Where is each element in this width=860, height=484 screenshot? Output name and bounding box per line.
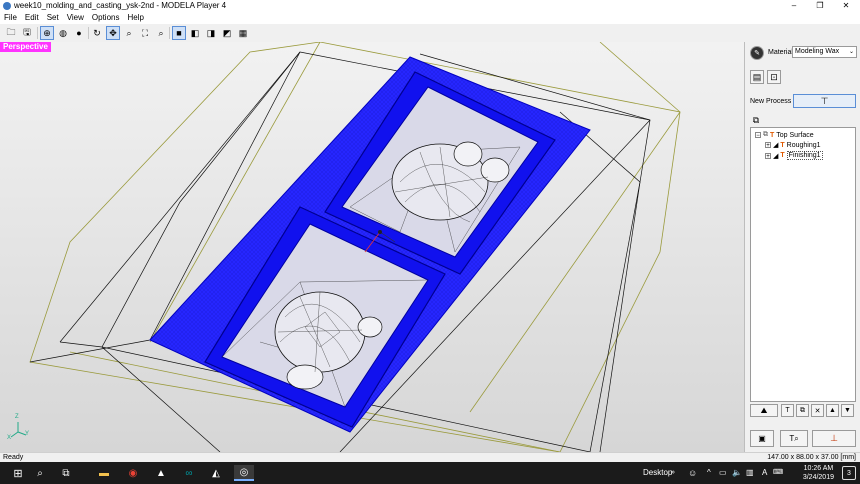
tree-item-roughing1[interactable]: + ◢ T Roughing1 — [765, 141, 821, 149]
chevron-down-icon: ⌄ — [848, 49, 854, 55]
tool-icon: T — [770, 131, 775, 139]
menu-file[interactable]: File — [0, 12, 21, 24]
triangle-icon: ◢ — [773, 142, 779, 149]
taskbar: ⊞ ⌕ ⧉ ▬ ◉ ▲ ∞ ◭ ◎ Desktop » ☺ ^ ▭ 🔈 ▥ A … — [0, 462, 860, 484]
file-explorer-icon[interactable]: ▬ — [96, 465, 112, 481]
process-list-icon[interactable]: ⧉ — [750, 115, 762, 125]
expand-icon[interactable]: + — [765, 152, 771, 160]
move-down-icon[interactable]: ▼ — [841, 404, 854, 417]
arduino-icon[interactable]: ∞ — [181, 465, 197, 481]
pan-icon[interactable]: ✥ — [106, 26, 120, 40]
menu-edit[interactable]: Edit — [21, 12, 43, 24]
menu-set[interactable]: Set — [43, 12, 63, 24]
maximize-button[interactable]: ❐ — [807, 0, 833, 12]
time: 10:26 AM — [803, 465, 834, 472]
zoom-in-icon[interactable]: ⌕ — [122, 26, 136, 40]
preview-tool-icon[interactable]: T⌕ — [780, 430, 808, 447]
tree-item-top-surface[interactable]: − ⧉ T Top Surface — [755, 131, 814, 139]
view-front-box-icon[interactable]: ■ — [172, 26, 186, 40]
close-button[interactable]: ✕ — [833, 0, 859, 12]
tree-item-finishing1[interactable]: + ◢ T Finishing1 — [765, 151, 823, 160]
tray-arrow-icon[interactable]: ^ — [707, 462, 711, 484]
task-view-icon[interactable]: ⧉ — [58, 465, 74, 481]
output-toolbar: ▣ T⌕ ⊥ — [750, 430, 858, 448]
title-bar: week10_molding_and_casting_ysk-2nd - MOD… — [0, 0, 860, 12]
tool-icon: T — [780, 141, 785, 149]
people-icon[interactable]: ☺ — [688, 462, 697, 484]
desktop-toolbar[interactable]: Desktop — [643, 462, 672, 484]
app-icon — [3, 2, 11, 10]
tool-icon: T — [780, 152, 785, 159]
axis-z-label: Z — [15, 414, 19, 420]
3d-viewport[interactable]: Perspective Z X Y — [0, 42, 745, 452]
zoom-fit-icon[interactable]: ⛶ — [138, 26, 152, 40]
new-process-label: New Process — [750, 98, 792, 105]
modela-player-icon[interactable]: ◎ — [234, 465, 254, 481]
menu-bar: File Edit Set View Options Help — [0, 12, 860, 24]
view-rotate-icon[interactable]: ⊕ — [40, 26, 54, 40]
minimize-button[interactable]: – — [781, 0, 807, 12]
preview-icon[interactable]: ⛰ — [750, 404, 778, 417]
menu-help[interactable]: Help — [123, 12, 147, 24]
windows-start-icon[interactable]: ⊞ — [10, 465, 26, 481]
view-sphere-icon[interactable]: ● — [72, 26, 86, 40]
clock[interactable]: 10:26 AM 3/24/2019 — [803, 464, 834, 482]
new-process-button[interactable]: ⊤ — [793, 94, 856, 108]
save-icon[interactable]: 🖫 — [20, 26, 34, 40]
view-globe-icon[interactable]: ◍ — [56, 26, 70, 40]
process-toolbar: ⛰ T ⧉ ✕ ▲ ▼ — [750, 404, 858, 418]
process-tree[interactable]: − ⧉ T Top Surface + ◢ T Roughing1 + ◢ T … — [750, 127, 856, 402]
move-up-icon[interactable]: ▲ — [826, 404, 839, 417]
inkscape-icon[interactable]: ▲ — [153, 465, 169, 481]
axis-indicator — [10, 422, 27, 438]
menu-view[interactable]: View — [63, 12, 88, 24]
battery-icon[interactable]: ▥ — [746, 462, 754, 484]
delete-icon[interactable]: ✕ — [811, 404, 824, 417]
open-icon[interactable]: 🗀 — [4, 26, 18, 40]
notification-icon[interactable]: 3 — [842, 466, 856, 480]
copy-icon[interactable]: ⧉ — [796, 404, 809, 417]
toolbar-expand-icon[interactable]: » — [671, 462, 675, 484]
refresh-icon[interactable]: ↻ — [90, 26, 104, 40]
expand-icon[interactable]: + — [765, 142, 771, 149]
tree-item-label: Finishing1 — [786, 151, 823, 160]
view-mode-label: Perspective — [0, 42, 51, 52]
view-top-box-icon[interactable]: ◨ — [204, 26, 218, 40]
material-label: Material — [768, 49, 793, 56]
material-value: Modeling Wax — [795, 48, 840, 55]
3d-app-icon[interactable]: ◭ — [208, 465, 224, 481]
toolbar: 🗀 🖫 ⊕ ◍ ● ↻ ✥ ⌕ ⛶ ⌕ ■ ◧ ◨ ◩ ▦ — [0, 24, 860, 43]
axis-y-label: Y — [25, 431, 30, 437]
tree-item-label: Top Surface — [776, 131, 814, 139]
zoom-out-icon[interactable]: ⌕ — [154, 26, 168, 40]
network-icon[interactable]: ▭ — [719, 462, 727, 484]
model-view — [10, 42, 681, 452]
collapse-icon[interactable]: − — [755, 132, 761, 139]
cut-icon[interactable]: ⊥ — [812, 430, 856, 447]
material-select[interactable]: Modeling Wax ⌄ — [792, 46, 857, 58]
date: 3/24/2019 — [802, 474, 834, 481]
axis-x-label: X — [7, 435, 12, 441]
view-side-box-icon[interactable]: ◧ — [188, 26, 202, 40]
tree-item-label: Roughing1 — [786, 141, 821, 149]
surface-icon: ⧉ — [763, 131, 768, 138]
cutting-area-icon[interactable]: ⊡ — [767, 70, 781, 84]
window-title: week10_molding_and_casting_ysk-2nd - MOD… — [14, 1, 227, 10]
menu-options[interactable]: Options — [88, 12, 124, 24]
speaker-icon[interactable]: 🔈 — [732, 462, 742, 484]
grid-icon[interactable]: ▦ — [236, 26, 250, 40]
simulation-icon[interactable]: ▣ — [750, 430, 774, 447]
view-iso-box-icon[interactable]: ◩ — [220, 26, 234, 40]
edit-tool-icon[interactable]: T — [781, 404, 794, 417]
triangle-icon: ◢ — [773, 152, 779, 160]
search-icon[interactable]: ⌕ — [32, 465, 48, 481]
model-settings-icon[interactable]: ▤ — [750, 70, 764, 84]
keyboard-icon[interactable]: ⌨ — [773, 462, 783, 484]
ime-indicator[interactable]: A — [762, 462, 767, 484]
chrome-icon[interactable]: ◉ — [125, 465, 141, 481]
material-icon[interactable]: ✎ — [750, 46, 764, 60]
